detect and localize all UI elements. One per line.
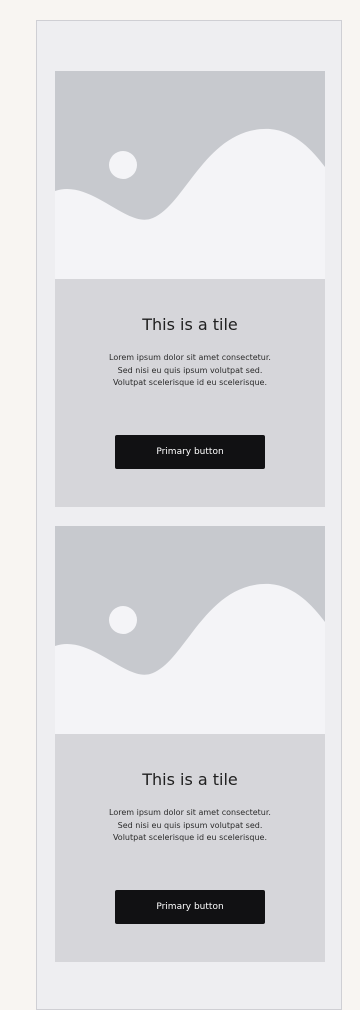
tile-description-line: Volutpat scelerisque id eu scelerisque. — [112, 833, 268, 842]
tile-image — [55, 526, 325, 734]
tile-description-line: Volutpat scelerisque id eu scelerisque. — [112, 378, 268, 387]
primary-button[interactable]: Primary button — [115, 890, 265, 924]
tile-description-line: Sed nisi eu quis ipsum volutpat sed. — [117, 365, 263, 375]
tile-content: This is a tile Lorem ipsum dolor sit ame… — [55, 279, 325, 507]
primary-button[interactable]: Primary button — [115, 435, 265, 469]
tile-content: This is a tile Lorem ipsum dolor sit ame… — [55, 734, 325, 962]
tile-card: This is a tile Lorem ipsum dolor sit ame… — [55, 526, 325, 962]
tile-card: This is a tile Lorem ipsum dolor sit ame… — [55, 71, 325, 507]
tile-title: This is a tile — [142, 770, 238, 789]
tile-description-line: Lorem ipsum dolor sit amet consectetur. — [109, 808, 271, 817]
tile-description: Lorem ipsum dolor sit amet consectetur. … — [75, 352, 305, 390]
tile-list-container: This is a tile Lorem ipsum dolor sit ame… — [36, 20, 342, 1010]
tile-description: Lorem ipsum dolor sit amet consectetur. … — [75, 807, 305, 845]
tile-description-line: Sed nisi eu quis ipsum volutpat sed. — [117, 820, 263, 830]
tile-description-line: Lorem ipsum dolor sit amet consectetur. — [109, 353, 271, 362]
tile-image — [55, 71, 325, 279]
tile-title: This is a tile — [142, 315, 238, 334]
landscape-placeholder-icon — [55, 526, 325, 734]
landscape-placeholder-icon — [55, 71, 325, 279]
